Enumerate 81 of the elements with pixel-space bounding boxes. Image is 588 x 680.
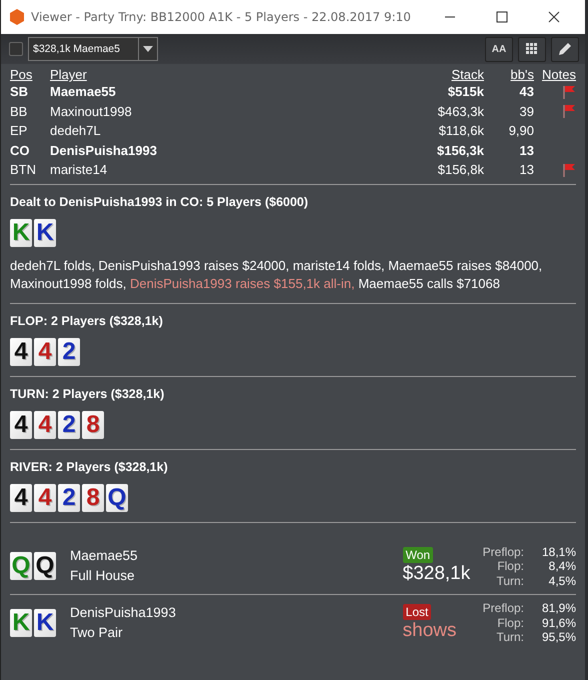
hand-rank: Full House bbox=[70, 567, 136, 586]
result-badge: Won bbox=[402, 547, 434, 564]
playing-card: K bbox=[10, 608, 32, 637]
column-header[interactable]: Stack bbox=[404, 68, 484, 82]
equity-label: Flop: bbox=[496, 616, 524, 630]
playing-card: K bbox=[34, 218, 56, 246]
font-size-button[interactable]: AA bbox=[485, 36, 513, 62]
equity-value: 95,5% bbox=[540, 630, 576, 644]
playing-card: 4 bbox=[10, 410, 32, 438]
table-cell-text: dedeh7L bbox=[50, 122, 102, 140]
playing-card: 4 bbox=[10, 338, 32, 366]
table-cell-text: DenisPuisha1993 bbox=[50, 142, 158, 160]
playing-card: Q bbox=[34, 552, 56, 580]
table-cell-text: $156,8k bbox=[436, 161, 484, 179]
player-name: Maemae55 bbox=[70, 547, 139, 566]
table-cell-text: SB bbox=[10, 83, 30, 101]
pencil-icon bbox=[558, 42, 572, 56]
table-cell-text: BB bbox=[10, 102, 28, 120]
playing-card: Q bbox=[10, 552, 32, 580]
caret-icon bbox=[143, 46, 153, 52]
table-cell-text: $515k bbox=[446, 83, 484, 101]
hand-rank: Two Pair bbox=[70, 624, 124, 642]
grid-button[interactable] bbox=[518, 36, 546, 62]
equity-value: 81,9% bbox=[540, 601, 576, 616]
table-cell-text: 43 bbox=[518, 83, 534, 101]
flag-icon[interactable] bbox=[562, 104, 576, 118]
table-cell-text: $118,6k bbox=[438, 122, 484, 140]
street-title: Dealt to DenisPuisha1993 in CO: 5 Players ($6000) bbox=[10, 194, 310, 208]
street-title: TURN: 2 Players ($328,1k) bbox=[10, 386, 166, 400]
edit-button[interactable] bbox=[551, 36, 579, 62]
grid-icon bbox=[526, 43, 538, 55]
equity-label: Preflop: bbox=[482, 544, 524, 559]
action-text: dedeh7L folds, DenisPuisha1993 raises $24000, mariste14 folds, Maemae55 raises $84000, Maxinout1998 folds, DenisPuisha1993 raises $155,1k all-in, Maemae55 calls $71068 bbox=[10, 256, 544, 292]
playing-card: 4 bbox=[10, 484, 32, 512]
column-header[interactable]: Pos bbox=[10, 68, 50, 82]
playing-card: 2 bbox=[58, 484, 80, 512]
app-logo-icon bbox=[9, 9, 25, 25]
result-badge: Lost bbox=[402, 604, 432, 620]
playing-card: 4 bbox=[34, 484, 56, 512]
table-cell-text: EP bbox=[10, 122, 28, 140]
result-amount: $328,1k bbox=[402, 563, 470, 586]
result-amount: shows bbox=[402, 620, 456, 642]
table-cell-text: mariste14 bbox=[50, 161, 108, 179]
table-cell-text: $156,3k bbox=[436, 142, 484, 160]
equity-value: 8,4% bbox=[548, 559, 576, 574]
flag-icon[interactable] bbox=[562, 84, 576, 99]
street-title: FLOP: 2 Players ($328,1k) bbox=[10, 314, 164, 328]
playing-card: Q bbox=[106, 484, 128, 512]
hand-dropdown[interactable]: $328,1k Maemae5 bbox=[28, 37, 158, 61]
table-cell-text: $463,3k bbox=[436, 102, 484, 120]
equity-value: 4,5% bbox=[548, 574, 576, 588]
window-title: Viewer - Party Trny: BB12000 A1K - 5 Players - 22.08.2017 9:10 bbox=[31, 10, 412, 24]
playing-card: 4 bbox=[34, 338, 56, 366]
table-cell-text: 39 bbox=[518, 102, 534, 120]
equity-value: 18,1% bbox=[540, 544, 576, 559]
table-cell-text: 13 bbox=[518, 142, 534, 160]
checkbox[interactable] bbox=[9, 42, 23, 56]
street-title: RIVER: 2 Players ($328,1k) bbox=[10, 460, 169, 474]
flag-icon[interactable] bbox=[562, 162, 576, 177]
table-cell-text: 9,90 bbox=[508, 122, 534, 140]
column-header[interactable]: Notes bbox=[534, 68, 576, 82]
table-cell-text: CO bbox=[10, 142, 30, 160]
table-cell-text: BTN bbox=[10, 161, 37, 179]
column-header[interactable]: bb's bbox=[484, 68, 534, 82]
playing-card: 8 bbox=[82, 484, 104, 512]
playing-card: 2 bbox=[58, 410, 80, 438]
equity-label: Turn: bbox=[495, 574, 524, 588]
playing-card: K bbox=[34, 608, 56, 637]
equity-value: 91,6% bbox=[540, 616, 576, 630]
equity-label: Turn: bbox=[495, 630, 524, 644]
playing-card: K bbox=[10, 218, 32, 246]
playing-card: 4 bbox=[34, 410, 56, 438]
playing-card: 2 bbox=[58, 338, 80, 366]
equity-label: Preflop: bbox=[482, 601, 524, 616]
equity-label: Flop: bbox=[496, 559, 524, 574]
table-cell-text: 13 bbox=[518, 161, 534, 179]
column-header[interactable]: Player bbox=[50, 68, 404, 82]
table-cell-text: Maemae55 bbox=[50, 83, 117, 101]
playing-card: 8 bbox=[82, 410, 104, 438]
table-cell-text: Maxinout1998 bbox=[50, 102, 133, 120]
player-name: DenisPuisha1993 bbox=[70, 604, 177, 622]
